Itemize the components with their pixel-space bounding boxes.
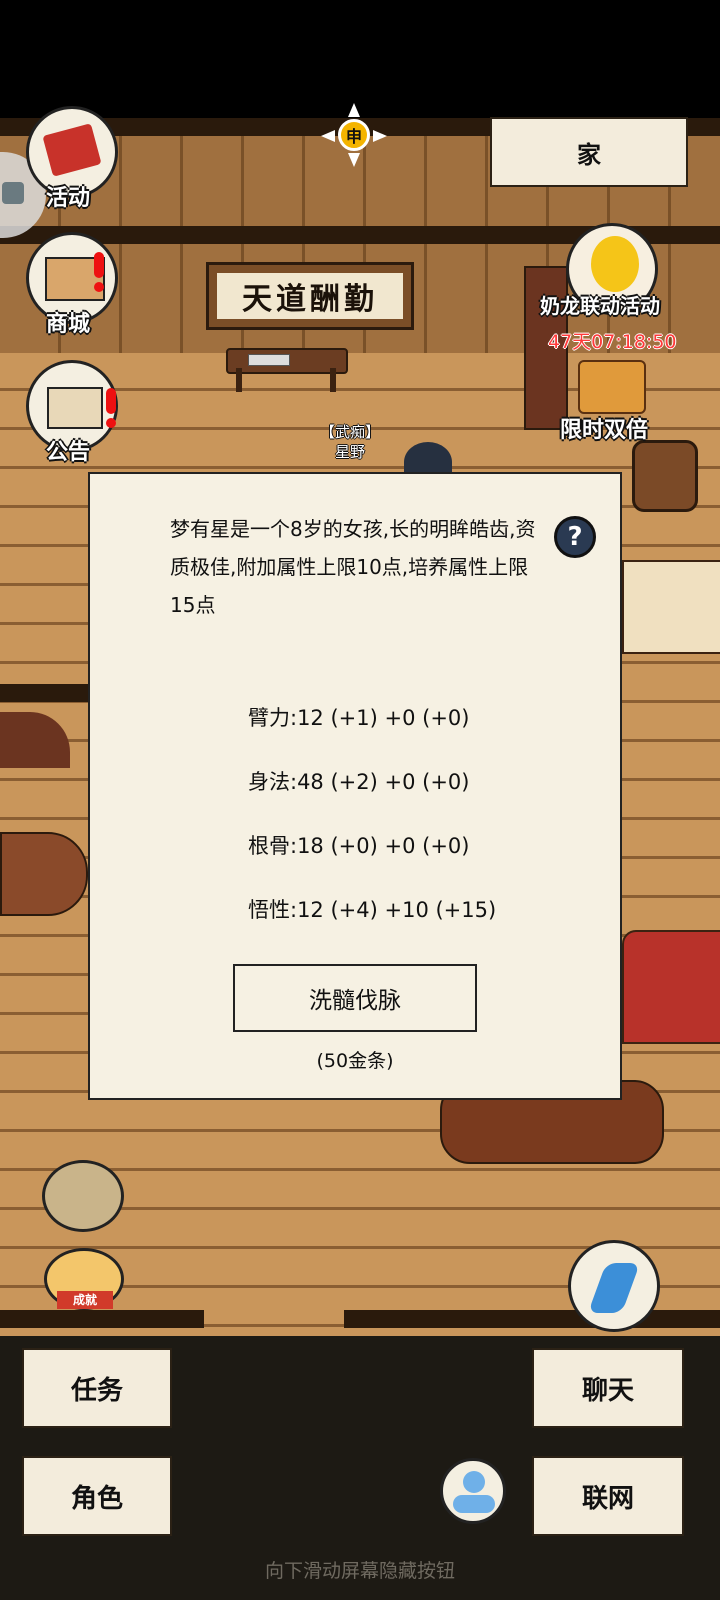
treasure-chest-icon[interactable] — [578, 360, 646, 414]
round-table — [0, 832, 88, 916]
desk-leg — [236, 368, 242, 392]
floor-edge-right — [344, 1310, 720, 1328]
achievement-label: 成就 — [57, 1291, 113, 1309]
flag-icon — [42, 123, 102, 177]
help-icon[interactable]: ? — [554, 516, 596, 558]
task-button[interactable]: 任务 — [22, 1348, 172, 1428]
npc-nameplate[interactable]: 【武痴】 星野 — [320, 422, 380, 462]
achievement-icon[interactable]: 成就 — [44, 1248, 124, 1310]
swipe-hint: 向下滑动屏幕隐藏按钮 — [264, 1560, 455, 1582]
time-glyph: 申 — [338, 119, 370, 151]
meditation-icon[interactable] — [440, 1458, 506, 1524]
desk-leg — [330, 368, 336, 392]
refine-meridians-button[interactable]: 洗髓伐脉 — [233, 964, 477, 1032]
double-reward-label[interactable]: 限时双倍 — [560, 412, 648, 444]
meditation-body — [453, 1495, 495, 1513]
character-description: 梦有星是一个8岁的女孩,长的明眸皓齿,资质极佳,附加属性上限10点,培养属性上限… — [170, 517, 536, 617]
folding-screen — [622, 560, 720, 654]
sun-ray — [373, 130, 387, 142]
assistant-icon — [2, 182, 24, 204]
time-of-day-icon[interactable]: 申 — [321, 103, 387, 167]
stat-constitution: 根骨:18 (+0) +0 (+0) — [248, 834, 470, 858]
npc-name: 星野 — [335, 443, 366, 461]
notice-alert-icon — [106, 388, 116, 428]
stat-strength: 臂力:12 (+1) +0 (+0) — [248, 706, 470, 730]
character-info-dialog: 梦有星是一个8岁的女孩,长的明眸皓齿,资质极佳,附加属性上限10点,培养属性上限… — [88, 472, 622, 1100]
activity-label[interactable]: 活动 — [46, 180, 90, 212]
meditation-head — [463, 1471, 485, 1493]
cost-label: (50金条) — [316, 1050, 394, 1072]
npc-title: 【武痴】 — [320, 423, 381, 441]
notice-board-icon — [47, 387, 103, 429]
sun-ray — [348, 103, 360, 117]
home-button[interactable]: 家 — [490, 117, 688, 187]
left-room-beam — [0, 684, 90, 702]
chat-button[interactable]: 聊天 — [532, 1348, 684, 1428]
desk-paper — [248, 354, 290, 366]
floor-edge-left — [0, 1310, 204, 1328]
hanging-sign: 天道酬勤 — [206, 262, 414, 330]
master-portrait-icon[interactable] — [42, 1160, 124, 1232]
shop-alert-icon — [94, 252, 104, 292]
notice-label[interactable]: 公告 — [46, 434, 90, 466]
run-icon[interactable] — [568, 1240, 660, 1332]
shop-label[interactable]: 商城 — [46, 306, 90, 338]
red-sofa — [622, 930, 720, 1044]
stat-comprehension: 悟性:12 (+4) +10 (+15) — [248, 898, 497, 922]
role-button[interactable]: 角色 — [22, 1456, 172, 1536]
barrel — [632, 440, 698, 512]
mascot-face — [591, 236, 639, 292]
network-button[interactable]: 联网 — [532, 1456, 684, 1536]
sun-ray — [321, 130, 335, 142]
event-title[interactable]: 奶龙联动活动 — [540, 290, 660, 319]
sign-text: 天道酬勤 — [217, 273, 403, 319]
runner-figure — [587, 1263, 641, 1313]
sun-ray — [348, 153, 360, 167]
stat-agility: 身法:48 (+2) +0 (+0) — [248, 770, 470, 794]
event-timer: 47天07:18:50 — [548, 331, 677, 353]
